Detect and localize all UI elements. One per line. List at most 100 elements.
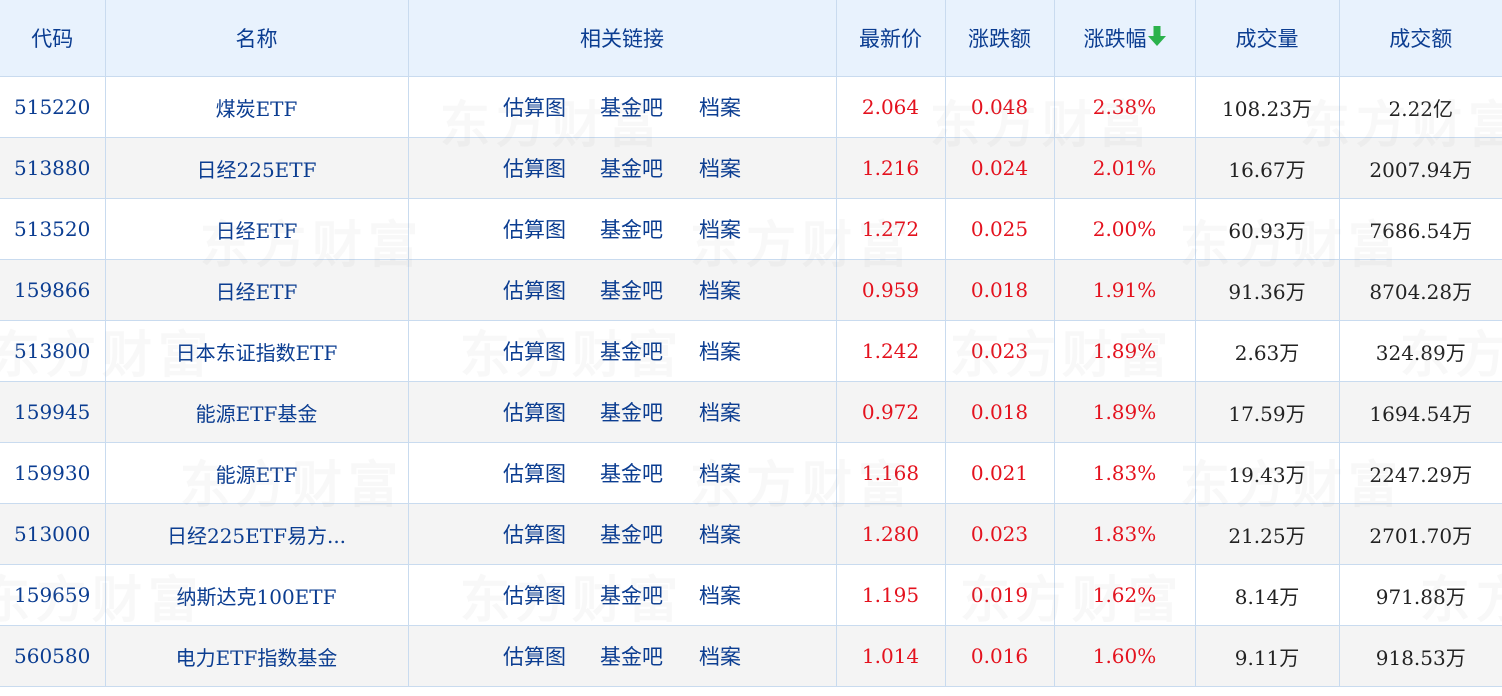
header-volume[interactable]: 成交量 <box>1195 0 1340 77</box>
fund-forum-link[interactable]: 基金吧 <box>600 580 663 610</box>
header-pct[interactable]: 涨跌幅 <box>1054 0 1196 77</box>
fund-forum-link[interactable]: 基金吧 <box>600 275 663 305</box>
fund-forum-link[interactable]: 基金吧 <box>600 397 663 427</box>
change-percent: 1.91% <box>1054 259 1196 321</box>
down-arrow-icon[interactable] <box>1147 25 1166 52</box>
latest-price: 1.195 <box>836 564 946 626</box>
fund-profile-link[interactable]: 档案 <box>699 336 741 366</box>
fund-name-link[interactable]: 日经ETF <box>105 198 409 260</box>
estimate-chart-link[interactable]: 估算图 <box>503 580 566 610</box>
fund-profile-link[interactable]: 档案 <box>699 458 741 488</box>
related-links: 估算图 基金吧 档案 <box>408 76 837 138</box>
latest-price: 1.242 <box>836 320 946 382</box>
fund-code-link[interactable]: 159659 <box>0 564 106 626</box>
fund-code-link[interactable]: 515220 <box>0 76 106 138</box>
header-amount[interactable]: 成交额 <box>1339 0 1502 77</box>
latest-price: 0.959 <box>836 259 946 321</box>
estimate-chart-link[interactable]: 估算图 <box>503 336 566 366</box>
related-links: 估算图 基金吧 档案 <box>408 564 837 626</box>
estimate-chart-link[interactable]: 估算图 <box>503 458 566 488</box>
fund-name-link[interactable]: 电力ETF指数基金 <box>105 625 409 687</box>
fund-profile-link[interactable]: 档案 <box>699 92 741 122</box>
latest-price: 1.168 <box>836 442 946 504</box>
fund-name-link[interactable]: 煤炭ETF <box>105 76 409 138</box>
header-price[interactable]: 最新价 <box>836 0 946 77</box>
latest-price: 1.216 <box>836 137 946 199</box>
change-percent: 1.83% <box>1054 442 1196 504</box>
change-percent: 2.00% <box>1054 198 1196 260</box>
fund-forum-link[interactable]: 基金吧 <box>600 519 663 549</box>
fund-name-link[interactable]: 日经ETF <box>105 259 409 321</box>
fund-code-link[interactable]: 513520 <box>0 198 106 260</box>
fund-forum-link[interactable]: 基金吧 <box>600 458 663 488</box>
change-percent: 1.83% <box>1054 503 1196 565</box>
turnover: 2007.94万 <box>1339 137 1502 199</box>
estimate-chart-link[interactable]: 估算图 <box>503 92 566 122</box>
estimate-chart-link[interactable]: 估算图 <box>503 519 566 549</box>
table-row: 159945 能源ETF基金 估算图 基金吧 档案 0.972 0.018 1.89% 17.5… <box>0 381 1502 443</box>
fund-profile-link[interactable]: 档案 <box>699 275 741 305</box>
fund-profile-link[interactable]: 档案 <box>699 641 741 671</box>
header-change[interactable]: 涨跌额 <box>945 0 1055 77</box>
fund-code-link[interactable]: 159930 <box>0 442 106 504</box>
change-amount: 0.021 <box>945 442 1055 504</box>
estimate-chart-link[interactable]: 估算图 <box>503 214 566 244</box>
fund-code-link[interactable]: 513880 <box>0 137 106 199</box>
turnover: 971.88万 <box>1339 564 1502 626</box>
change-amount: 0.023 <box>945 503 1055 565</box>
fund-profile-link[interactable]: 档案 <box>699 214 741 244</box>
estimate-chart-link[interactable]: 估算图 <box>503 275 566 305</box>
estimate-chart-link[interactable]: 估算图 <box>503 153 566 183</box>
fund-code-link[interactable]: 513800 <box>0 320 106 382</box>
fund-code-link[interactable]: 560580 <box>0 625 106 687</box>
fund-forum-link[interactable]: 基金吧 <box>600 214 663 244</box>
latest-price: 1.014 <box>836 625 946 687</box>
volume: 60.93万 <box>1195 198 1340 260</box>
fund-profile-link[interactable]: 档案 <box>699 153 741 183</box>
volume: 16.67万 <box>1195 137 1340 199</box>
header-code[interactable]: 代码 <box>0 0 106 77</box>
fund-forum-link[interactable]: 基金吧 <box>600 153 663 183</box>
volume: 9.11万 <box>1195 625 1340 687</box>
estimate-chart-link[interactable]: 估算图 <box>503 397 566 427</box>
fund-name-link[interactable]: 日经225ETF易方... <box>105 503 409 565</box>
latest-price: 0.972 <box>836 381 946 443</box>
fund-name-link[interactable]: 纳斯达克100ETF <box>105 564 409 626</box>
header-name[interactable]: 名称 <box>105 0 409 77</box>
change-amount: 0.016 <box>945 625 1055 687</box>
table-row: 159866 日经ETF 估算图 基金吧 档案 0.959 0.018 1.91% 91.36万… <box>0 259 1502 321</box>
fund-profile-link[interactable]: 档案 <box>699 397 741 427</box>
table-row: 513520 日经ETF 估算图 基金吧 档案 1.272 0.025 2.00% 60.93万… <box>0 198 1502 260</box>
change-amount: 0.023 <box>945 320 1055 382</box>
fund-forum-link[interactable]: 基金吧 <box>600 336 663 366</box>
fund-name-link[interactable]: 日经225ETF <box>105 137 409 199</box>
volume: 108.23万 <box>1195 76 1340 138</box>
change-percent: 1.89% <box>1054 320 1196 382</box>
related-links: 估算图 基金吧 档案 <box>408 137 837 199</box>
change-amount: 0.018 <box>945 381 1055 443</box>
fund-code-link[interactable]: 513000 <box>0 503 106 565</box>
related-links: 估算图 基金吧 档案 <box>408 503 837 565</box>
turnover: 2247.29万 <box>1339 442 1502 504</box>
latest-price: 2.064 <box>836 76 946 138</box>
fund-profile-link[interactable]: 档案 <box>699 580 741 610</box>
change-amount: 0.019 <box>945 564 1055 626</box>
fund-profile-link[interactable]: 档案 <box>699 519 741 549</box>
fund-forum-link[interactable]: 基金吧 <box>600 641 663 671</box>
fund-name-link[interactable]: 能源ETF基金 <box>105 381 409 443</box>
estimate-chart-link[interactable]: 估算图 <box>503 641 566 671</box>
fund-name-link[interactable]: 能源ETF <box>105 442 409 504</box>
header-pct-label: 涨跌幅 <box>1083 27 1147 51</box>
table-row: 159930 能源ETF 估算图 基金吧 档案 1.168 0.021 1.83% 19.43万… <box>0 442 1502 504</box>
fund-code-link[interactable]: 159866 <box>0 259 106 321</box>
related-links: 估算图 基金吧 档案 <box>408 198 837 260</box>
fund-forum-link[interactable]: 基金吧 <box>600 92 663 122</box>
volume: 21.25万 <box>1195 503 1340 565</box>
turnover: 2.22亿 <box>1339 76 1502 138</box>
change-amount: 0.024 <box>945 137 1055 199</box>
fund-name-link[interactable]: 日本东证指数ETF <box>105 320 409 382</box>
change-amount: 0.018 <box>945 259 1055 321</box>
fund-code-link[interactable]: 159945 <box>0 381 106 443</box>
turnover: 8704.28万 <box>1339 259 1502 321</box>
table-row: 513800 日本东证指数ETF 估算图 基金吧 档案 1.242 0.023 1.89% 2.… <box>0 320 1502 382</box>
